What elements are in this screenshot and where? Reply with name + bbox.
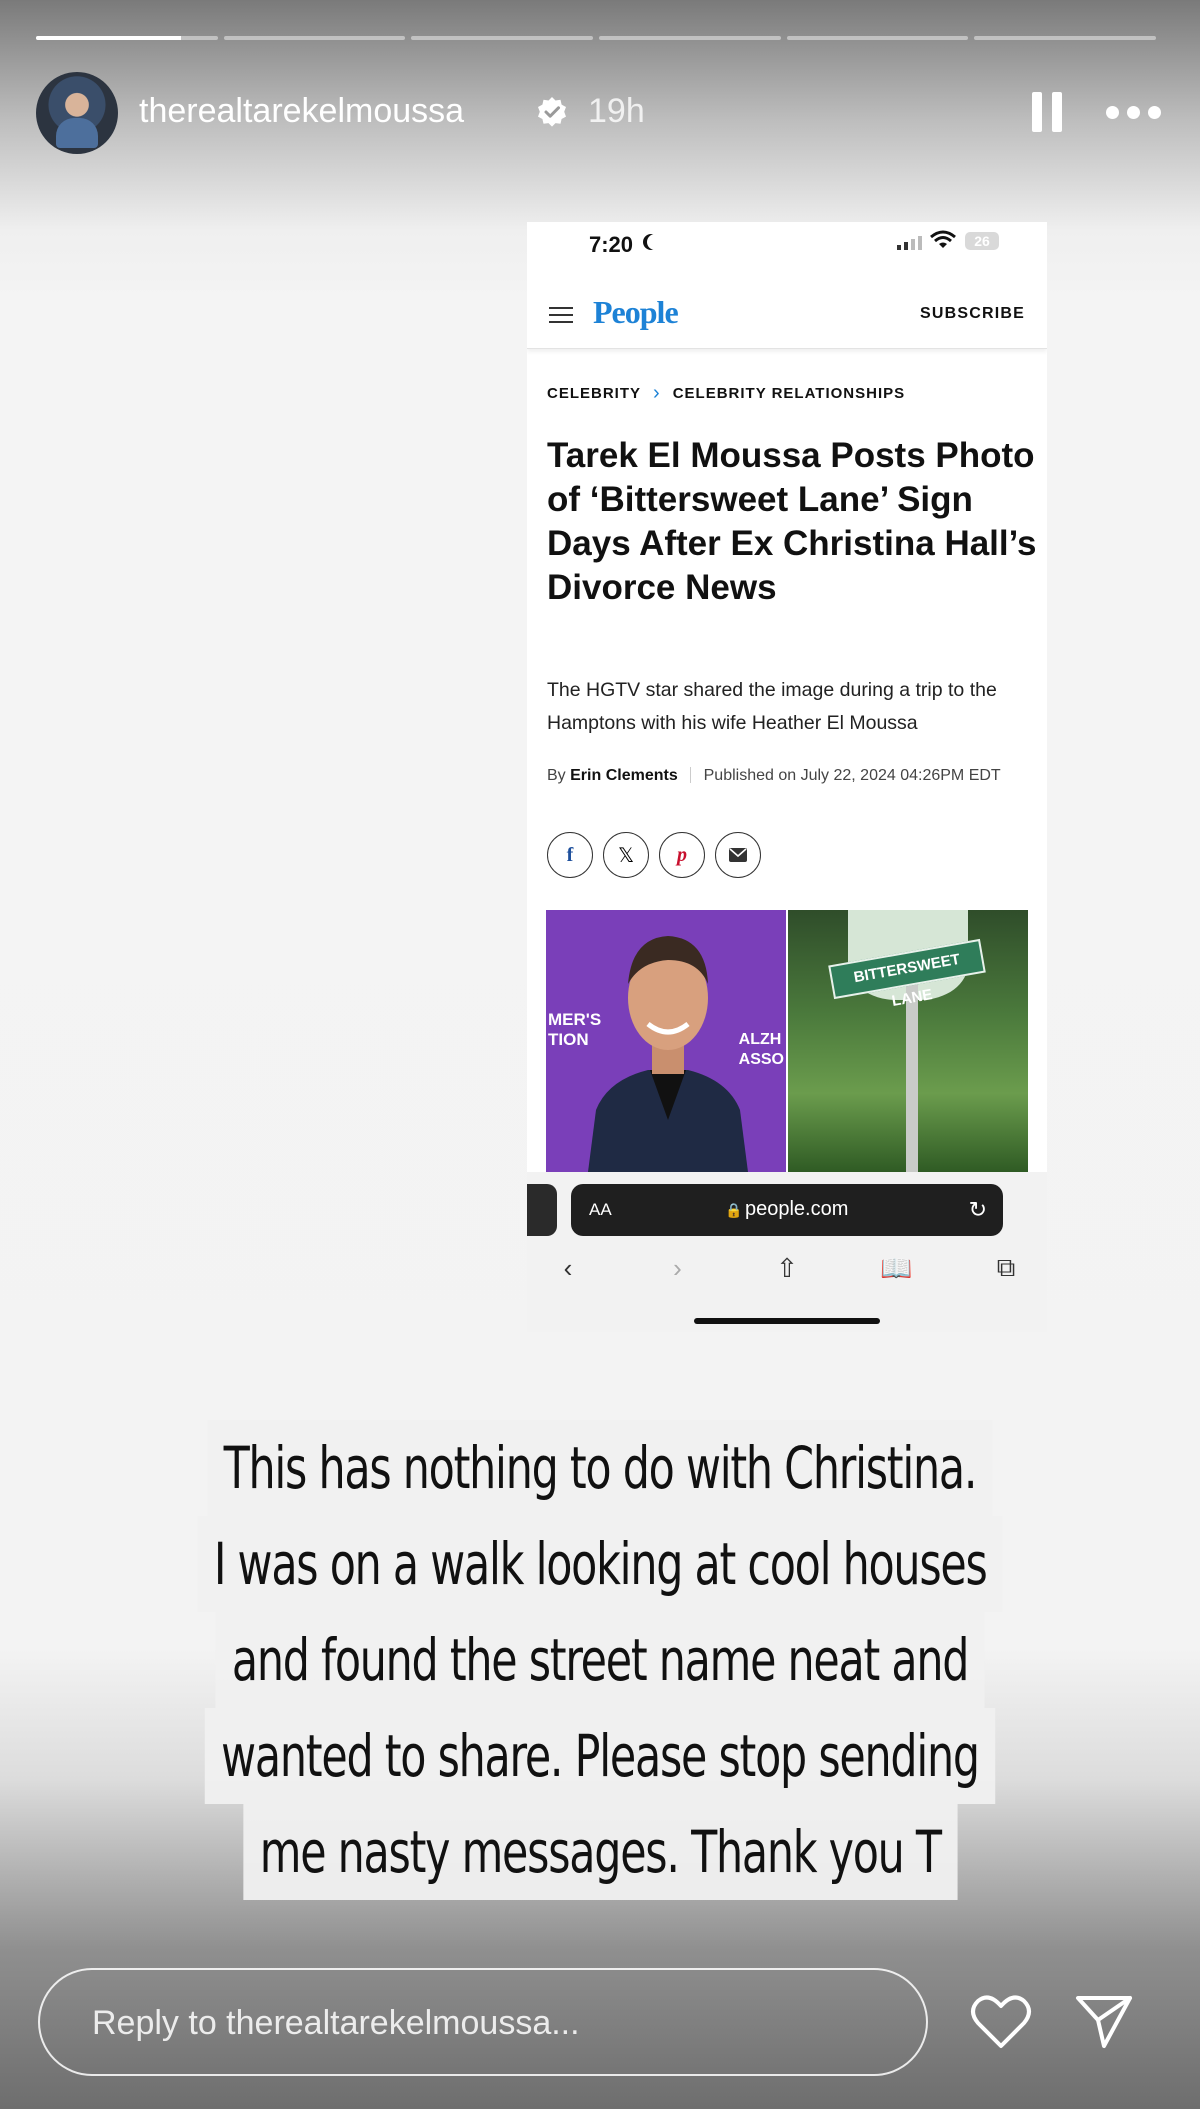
browser-toolbar: ‹ › ⇧ 📖 ⧉: [527, 1242, 1047, 1294]
lock-icon: 🔒: [725, 1202, 743, 1218]
battery-icon: 26: [965, 232, 999, 250]
person-illustration: [588, 936, 748, 1172]
x-icon: 𝕏: [603, 832, 649, 878]
article-headline: Tarek El Moussa Posts Photo of ‘Bittersw…: [547, 436, 1037, 607]
tabs-icon: ⧉: [996, 1252, 1016, 1282]
story-progress: [36, 36, 1157, 41]
progress-segment: [599, 36, 781, 40]
email-icon: [715, 832, 761, 878]
byline-prefix: By: [547, 767, 566, 784]
reader-aa-label: AA: [589, 1200, 612, 1219]
reload-icon: ↻: [968, 1197, 987, 1222]
article-dek: The HGTV star shared the image during a …: [547, 679, 997, 734]
heart-icon[interactable]: [970, 1994, 1032, 2050]
address-bar: AA 🔒 people.com ↻: [571, 1184, 1003, 1236]
phone-status-bar: 7:20 26: [527, 222, 1047, 280]
previous-tab: [527, 1184, 557, 1236]
breadcrumb-item: CELEBRITY RELATIONSHIPS: [672, 385, 906, 402]
status-time: 7:20: [589, 232, 634, 257]
publish-date: Published on July 22, 2024 04:26PM EDT: [703, 767, 1001, 784]
article-screenshot: 7:20 26 People SUBSCRIBE CELEBRITY › CEL…: [527, 222, 1047, 1332]
share-icon: ⇧: [776, 1252, 798, 1283]
story-header: therealtarekelmoussa 19h: [36, 72, 1164, 156]
reply-input[interactable]: [90, 1998, 894, 2048]
verified-badge-icon: [538, 97, 566, 127]
bookmarks-icon: 📖: [880, 1252, 913, 1283]
caption-line: wanted to share. Please stop sending: [204, 1708, 996, 1804]
caption-line: me nasty messages. Thank you T: [243, 1804, 957, 1900]
back-icon: ‹: [563, 1252, 573, 1283]
pinterest-icon: p: [659, 832, 705, 878]
moon-icon: [647, 234, 663, 250]
story-viewer: therealtarekelmoussa 19h 7:20 26 People …: [0, 0, 1200, 2109]
caption-line: I was on a walk looking at cool houses: [197, 1516, 1003, 1612]
progress-segment: [223, 36, 406, 40]
pause-icon[interactable]: [1032, 92, 1064, 132]
breadcrumb-item: CELEBRITY: [547, 385, 642, 402]
subscribe-link: SUBSCRIBE: [919, 305, 1025, 322]
chevron-right-icon: ›: [653, 382, 661, 404]
progress-segment: [411, 36, 594, 40]
url-domain: people.com: [745, 1198, 849, 1220]
street-sign-photo: BITTERSWEET LANE: [788, 910, 1028, 1172]
people-navbar: People SUBSCRIBE: [527, 280, 1047, 349]
caption-line: and found the street name neat and: [215, 1612, 985, 1708]
facebook-icon: f: [547, 832, 593, 878]
people-logo: People: [593, 294, 679, 330]
breadcrumb: CELEBRITY › CELEBRITY RELATIONSHIPS: [547, 382, 905, 405]
progress-segment: [974, 36, 1157, 40]
hamburger-menu-icon: [549, 307, 573, 325]
reply-field[interactable]: [38, 1968, 928, 2076]
caption-line: This has nothing to do with Christina.: [207, 1420, 993, 1516]
avatar[interactable]: [36, 72, 118, 154]
progress-segment: [786, 36, 969, 40]
divider: [690, 767, 692, 783]
signal-icon: [897, 234, 922, 250]
forward-icon: ›: [673, 1252, 682, 1283]
browser-chrome: AA 🔒 people.com ↻ ‹ › ⇧ 📖 ⧉: [527, 1172, 1047, 1332]
username[interactable]: therealtarekelmoussa: [139, 92, 464, 131]
author-name: Erin Clements: [570, 767, 678, 784]
more-options-icon[interactable]: [1106, 100, 1162, 124]
send-icon[interactable]: [1074, 1992, 1134, 2050]
article-byline: By Erin Clements Published on July 22, 2…: [547, 767, 1001, 785]
wifi-icon: [930, 230, 956, 248]
home-indicator: [694, 1318, 880, 1324]
progress-segment: [36, 36, 218, 40]
post-time: 19h: [588, 92, 645, 130]
share-icons: f 𝕏 p: [547, 832, 761, 878]
article-hero-image: MER'S TION ALZH ASSO BITTERSWEET LANE: [546, 910, 1028, 1172]
story-caption: This has nothing to do with Christina. I…: [0, 1420, 1200, 1900]
portrait-photo: MER'S TION ALZH ASSO: [546, 910, 786, 1172]
